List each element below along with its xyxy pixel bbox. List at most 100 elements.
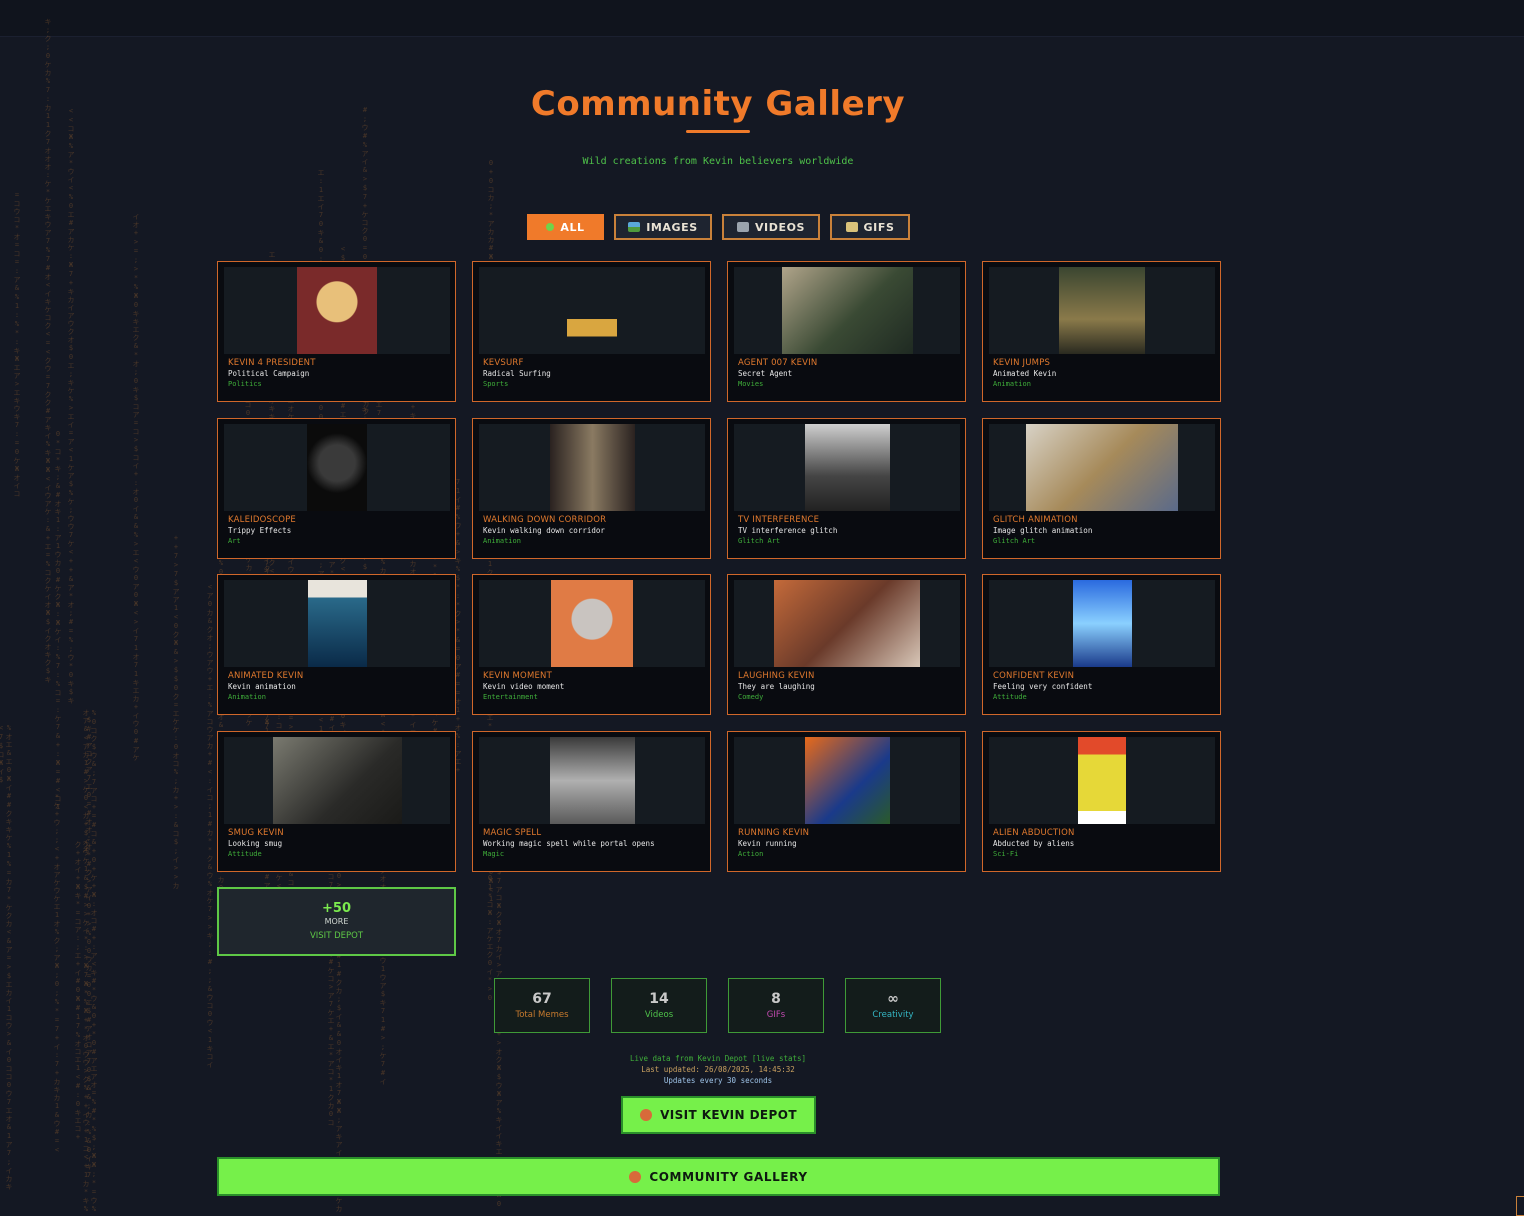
gallery-card[interactable]: KEVIN 4 PRESIDENT Political Campaign Polit… (217, 261, 456, 402)
card-image (307, 580, 367, 667)
card-image (549, 737, 635, 824)
card-image (549, 424, 635, 511)
matrix-column: %オエ&エ0Жイ##クキキケ%1%=カ7*ケクカ<&ア=>$エカイ1コウ>&イ0… (0, 724, 13, 1191)
gallery-card[interactable]: TV INTERFERENCE TV interference glitch Gli… (727, 418, 966, 559)
stats-row: 67 Total Memes 14 Videos 8 GIFs ∞ Creativity (494, 978, 941, 1033)
community-gallery-bar[interactable]: COMMUNITY GALLERY (217, 1157, 1220, 1196)
card-description: Animated Kevin (993, 369, 1057, 378)
card-image (297, 267, 377, 354)
stat-label: Total Memes (515, 1010, 569, 1020)
stat-box: 67 Total Memes (494, 978, 590, 1033)
card-category: Magic (483, 850, 505, 858)
card-title: TV INTERFERENCE (738, 515, 820, 525)
gallery-card[interactable]: CONFIDENT KEVIN Feeling very confident Att… (982, 574, 1221, 715)
card-category: Entertainment (483, 693, 538, 701)
gallery-card[interactable]: RUNNING KEVIN Kevin running Action (727, 731, 966, 872)
card-image (804, 424, 890, 511)
card-title: KALEIDOSCOPE (228, 515, 297, 525)
card-thumbnail-area (479, 737, 705, 824)
gallery-card[interactable]: ANIMATED KEVIN Kevin animation Animation (217, 574, 456, 715)
matrix-column: $キ#アコクア7エ0=#オオ;オ*#ク>アイ0*>%00ウカ=00エ$#アオコア… (85, 716, 93, 1180)
more-count: +50 (322, 901, 351, 916)
card-title: WALKING DOWN CORRIDOR (483, 515, 607, 525)
matrix-column: イオ+>=;>*%Ж0キキエク&*オ;0キ$コア=コ>$コイ+:オ0イ&&%>エ… (132, 213, 140, 762)
card-title: AGENT 007 KEVIN (738, 358, 818, 368)
card-thumbnail-area (734, 424, 960, 511)
filter-videos-button[interactable]: VIDEOS (722, 214, 820, 240)
card-description: Kevin animation (228, 682, 296, 691)
card-image (1072, 580, 1132, 667)
card-title: LAUGHING KEVIN (738, 671, 815, 681)
card-category: Sci-Fi (993, 850, 1019, 858)
sparkle-icon (546, 223, 555, 231)
filter-all-label: ALL (560, 220, 585, 234)
card-category: Attitude (228, 850, 262, 858)
card-title: KEVIN 4 PRESIDENT (228, 358, 316, 368)
matrix-column: %0コク$ウ&;7アコ+=#コ&+0+ケ+Ж:オコ#+:ア<キ#*ウ&0+*0#… (82, 709, 98, 1214)
gallery-card[interactable]: WALKING DOWN CORRIDOR Kevin walking down … (472, 418, 711, 559)
filter-gifs-button[interactable]: GIFS (830, 214, 910, 240)
matrix-column: <ア0カ&クオ;ウアウ+エ:%アコウアカ+#<:イコ;1#カ**ク&ウ%オケ7>… (206, 583, 214, 1069)
matrix-column: クウケ1&$#>>ケイ*:>Ж7Ж*%Ж+*オ0ウウ>ク%++イウ+1コ<+1カ… (74, 841, 90, 1214)
gallery-card[interactable]: KEVSURF Radical Surfing Sports (472, 261, 711, 402)
card-category: Animation (228, 693, 266, 701)
card-description: Kevin walking down corridor (483, 526, 605, 535)
film-icon (736, 222, 749, 232)
card-category: Politics (228, 380, 262, 388)
live-data-info: Live data from Kevin Depot [live stats] … (0, 1053, 1436, 1086)
gallery-card[interactable]: ALIEN ABDUCTION Abducted by aliens Sci-Fi (982, 731, 1221, 872)
gallery-card[interactable]: SMUG KEVIN Looking smug Attitude (217, 731, 456, 872)
filter-images-label: IMAGES (646, 220, 698, 234)
gallery-card[interactable]: GLITCH ANIMATION Image glitch animation Gl… (982, 418, 1221, 559)
card-category: Comedy (738, 693, 764, 701)
matrix-column: <<コЖ%ア*ウイ<%0エ#アカケ:Ж7+キカイアウクオ$0エ;キケ%>エイ=ア… (67, 107, 75, 705)
card-description: Radical Surfing (483, 369, 551, 378)
card-thumbnail-area (224, 424, 450, 511)
card-title: KEVSURF (483, 358, 524, 368)
visit-depot-link[interactable]: VISIT DEPOT (219, 931, 454, 941)
card-thumbnail-area (479, 424, 705, 511)
card-thumbnail-area (224, 737, 450, 824)
gallery-card[interactable]: KEVIN JUMPS Animated Kevin Animation (982, 261, 1221, 402)
update-interval: Updates every 30 seconds (663, 1076, 773, 1085)
visit-kevin-depot-button[interactable]: VISIT KEVIN DEPOT (621, 1096, 816, 1134)
card-title: ALIEN ABDUCTION (993, 828, 1075, 838)
filter-bar: ALL IMAGES VIDEOS GIFS (527, 214, 910, 240)
card-title: GLITCH ANIMATION (993, 515, 1078, 525)
top-bar (0, 0, 1524, 37)
gallery-card[interactable]: KEVIN MOMENT Kevin video moment Entertainm… (472, 574, 711, 715)
card-description: They are laughing (738, 682, 815, 691)
card-category: Action (738, 850, 764, 858)
stat-box: 14 Videos (611, 978, 707, 1033)
card-description: Kevin video moment (483, 682, 565, 691)
matrix-column: *ケ+ウ;;<+オアケウケエ1オ%ク;アЖ;0;%*=7+イ:7+カキカ1&ウ#… (53, 793, 61, 1155)
gallery-card[interactable]: KALEIDOSCOPE Trippy Effects Art (217, 418, 456, 559)
card-thumbnail-area (989, 424, 1215, 511)
last-updated: Last updated: 26/08/2025, 14:45:32 (641, 1065, 795, 1074)
card-description: Feeling very confident (993, 682, 1093, 691)
stat-label: Creativity (872, 1010, 914, 1020)
gallery-card[interactable]: LAUGHING KEVIN They are laughing Comedy (727, 574, 966, 715)
stat-value: 67 (532, 991, 552, 1007)
more-items-card[interactable]: +50 MORE VISIT DEPOT (217, 887, 456, 956)
card-thumbnail-area (989, 737, 1215, 824)
gallery-card[interactable]: AGENT 007 KEVIN Secret Agent Movies (727, 261, 966, 402)
filter-all-button[interactable]: ALL (527, 214, 604, 240)
stat-value: 14 (649, 991, 669, 1007)
card-title: RUNNING KEVIN (738, 828, 810, 838)
card-image (551, 580, 633, 667)
gallery-card[interactable]: MAGIC SPELL Working magic spell while por… (472, 731, 711, 872)
card-thumbnail-area (734, 267, 960, 354)
gif-icon (845, 222, 858, 232)
card-description: Kevin running (738, 839, 797, 848)
card-thumbnail-area (989, 267, 1215, 354)
card-thumbnail-area (734, 580, 960, 667)
filter-images-button[interactable]: IMAGES (614, 214, 712, 240)
card-description: Political Campaign (228, 369, 310, 378)
card-category: Animation (483, 537, 521, 545)
stat-label: GIFs (766, 1010, 786, 1020)
card-title: CONFIDENT KEVIN (993, 671, 1075, 681)
scroll-corner (1516, 1196, 1524, 1216)
image-icon (628, 222, 641, 232)
card-category: Glitch Art (738, 537, 781, 545)
